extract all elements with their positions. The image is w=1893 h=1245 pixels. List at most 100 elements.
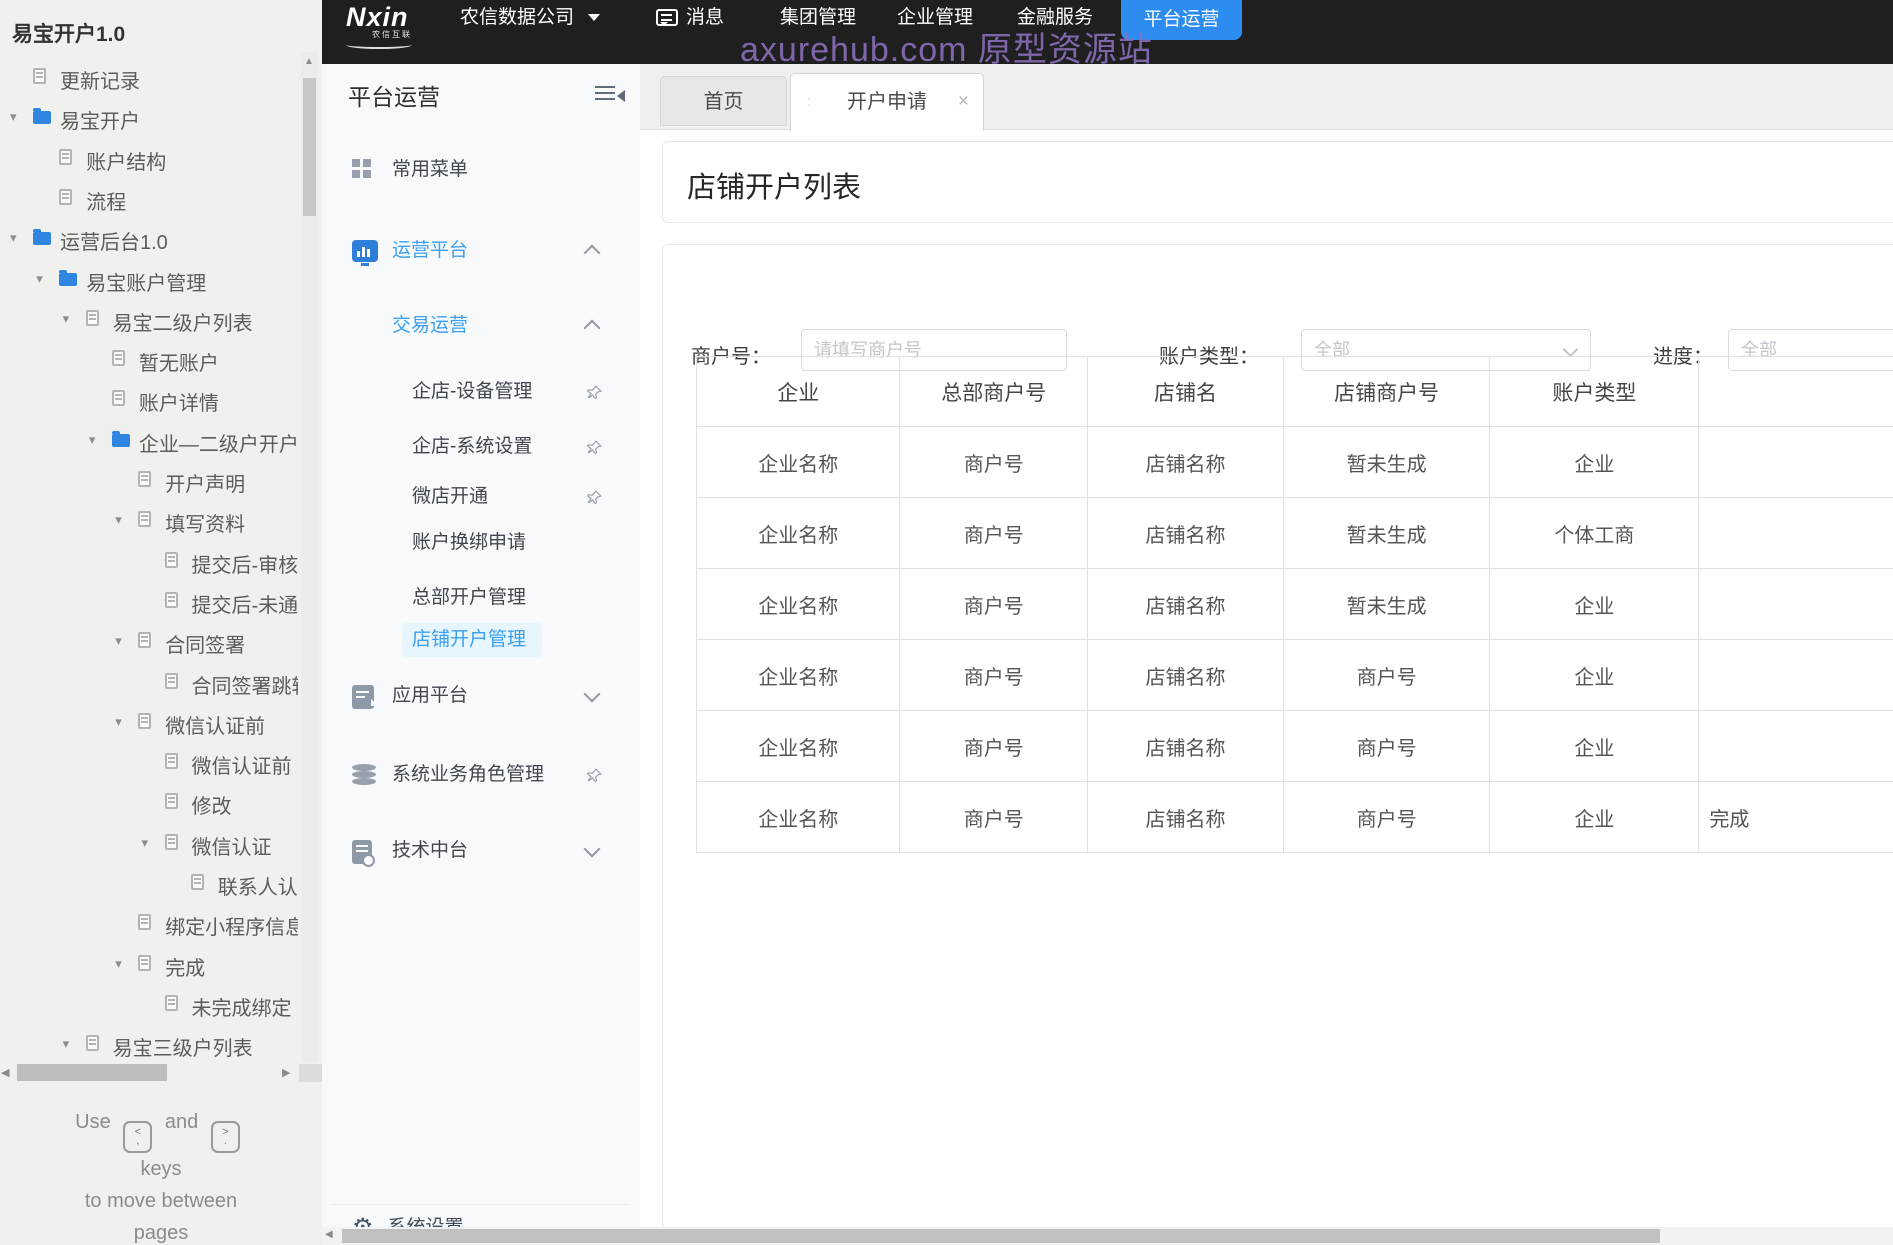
- table-row[interactable]: 企业名称 商户号 店铺名称 商户号 企业 完成: [695, 781, 1893, 853]
- messages-nav-item[interactable]: 消息: [656, 0, 724, 36]
- scroll-up-icon[interactable]: ▲: [304, 56, 314, 67]
- tab-account-apply[interactable]: : 开户申请 ×: [790, 73, 984, 131]
- sitemap-node[interactable]: ▾ 易宝开户: [0, 97, 298, 137]
- tab-home[interactable]: 首页: [660, 76, 787, 126]
- sitemap-node[interactable]: ▾ 企业—二级户开户: [0, 420, 298, 460]
- sitemap-node[interactable]: 联系人认证: [0, 863, 298, 903]
- sitemap-node[interactable]: ▾ 易宝账户管理: [0, 259, 298, 299]
- sitemap-node[interactable]: 提交后-审核: [0, 541, 298, 581]
- tree-caret-icon[interactable]: ▾: [36, 271, 43, 287]
- chevron-down-icon[interactable]: [583, 840, 601, 858]
- page-scrollbar-thumb[interactable]: [342, 1229, 1660, 1243]
- sitemap-node[interactable]: 修改: [0, 782, 298, 822]
- menu-item-6[interactable]: 账户换绑申请: [322, 525, 640, 561]
- menu-item-8[interactable]: 店铺开户管理: [322, 622, 640, 658]
- page-horizontal-scrollbar[interactable]: ◀: [322, 1227, 1893, 1245]
- sitemap-node[interactable]: ▾ 微信认证: [0, 823, 298, 863]
- pin-icon[interactable]: [586, 489, 603, 506]
- table-cell: 企业名称: [695, 639, 901, 711]
- menu-item-9[interactable]: 应用平台: [322, 678, 640, 714]
- sitemap-node[interactable]: 更新记录: [0, 57, 298, 97]
- tree-caret-icon[interactable]: ▾: [10, 230, 17, 246]
- sitemap-node[interactable]: 未完成绑定: [0, 984, 298, 1024]
- menu-item-label: 店铺开户管理: [412, 629, 527, 650]
- tree-caret-icon[interactable]: ▾: [63, 1036, 70, 1052]
- tree-caret-icon[interactable]: ▾: [115, 512, 122, 528]
- table-row[interactable]: 企业名称 商户号 店铺名称 暂未生成 企业: [695, 426, 1893, 498]
- tree-caret-icon[interactable]: ▾: [115, 633, 122, 649]
- menu-item-label: 企店-设备管理: [412, 381, 533, 402]
- menu-item-11[interactable]: 技术中台: [322, 833, 640, 869]
- sitemap-node[interactable]: 微信认证前: [0, 742, 298, 782]
- table-cell: [1698, 568, 1893, 640]
- sitemap-node[interactable]: 账户详情: [0, 379, 298, 419]
- pin-icon[interactable]: [586, 767, 603, 784]
- tree-caret-icon[interactable]: ▾: [89, 432, 96, 448]
- chevron-down-icon[interactable]: [583, 685, 601, 703]
- tree-caret-icon[interactable]: ▾: [63, 311, 70, 327]
- sitemap-node[interactable]: 提交后-未通过: [0, 581, 298, 621]
- scroll-left-icon[interactable]: ◀: [325, 1229, 333, 1240]
- table-row[interactable]: 企业名称 商户号 店铺名称 暂未生成 个体工商: [695, 497, 1893, 569]
- menu-fold-icon[interactable]: [595, 86, 625, 106]
- message-icon: [656, 9, 678, 26]
- sitemap-horizontal-scrollbar[interactable]: ◀ ▶: [0, 1060, 322, 1088]
- sitemap-node[interactable]: 合同签署跳转: [0, 662, 298, 702]
- table-row[interactable]: 企业名称 商户号 店铺名称 暂未生成 企业: [695, 568, 1893, 640]
- table-cell: 店铺名称: [1087, 568, 1284, 640]
- sitemap-node[interactable]: ▾ 填写资料: [0, 500, 298, 540]
- tab-dot-icon: :: [807, 93, 812, 110]
- table-cell: 暂未生成: [1282, 497, 1491, 569]
- table-row[interactable]: 企业名称 商户号 店铺名称 商户号 企业: [695, 710, 1893, 782]
- sitemap-node[interactable]: 账户结构: [0, 138, 298, 178]
- menu-item-3[interactable]: 企店-设备管理: [322, 374, 640, 410]
- menu-item-label: 技术中台: [392, 840, 469, 861]
- menu-item-2[interactable]: 交易运营: [322, 308, 640, 344]
- scroll-right-icon[interactable]: ▶: [282, 1066, 290, 1079]
- chevron-up-icon[interactable]: [583, 319, 601, 337]
- sitemap-node[interactable]: 开户声明: [0, 460, 298, 500]
- page-icon: [164, 672, 178, 689]
- vertical-scrollbar-thumb[interactable]: [303, 78, 316, 216]
- sitemap-node[interactable]: ▾ 合同签署: [0, 621, 298, 661]
- list-card: 商户号： 账户类型： 全部 进度： 全部 企业总部商户号店铺名店铺商户号账户类型…: [662, 244, 1893, 1229]
- menu-item-4[interactable]: 企店-系统设置: [322, 429, 640, 465]
- tree-caret-icon[interactable]: ▾: [115, 956, 122, 972]
- tree-caret-icon[interactable]: ▾: [115, 714, 122, 730]
- close-tab-icon[interactable]: ×: [958, 74, 969, 130]
- table-cell: 企业名称: [695, 710, 901, 782]
- folder-icon: [59, 272, 78, 286]
- menu-item-0[interactable]: 常用菜单: [322, 152, 640, 188]
- menu-item-label: 交易运营: [392, 315, 469, 336]
- menu-item-7[interactable]: 总部开户管理: [322, 580, 640, 616]
- sitemap-node[interactable]: ▾ 运营后台1.0: [0, 218, 298, 258]
- tree-caret-icon[interactable]: ▾: [142, 835, 149, 851]
- page-icon: [85, 1035, 99, 1052]
- horizontal-scrollbar-thumb[interactable]: [17, 1064, 167, 1081]
- pin-icon[interactable]: [586, 439, 603, 456]
- table-cell: 商户号: [899, 568, 1089, 640]
- table-cell: 企业名称: [695, 426, 901, 498]
- sitemap-node[interactable]: 暂无账户: [0, 339, 298, 379]
- table-row[interactable]: 企业名称 商户号 店铺名称 商户号 企业: [695, 639, 1893, 711]
- sitemap-node[interactable]: ▾ 完成: [0, 944, 298, 984]
- sitemap-vertical-scrollbar[interactable]: ▲: [301, 52, 318, 1062]
- company-dropdown[interactable]: 农信数据公司: [460, 0, 601, 36]
- chevron-up-icon[interactable]: [583, 244, 601, 262]
- key-right-icon: >.: [210, 1121, 240, 1153]
- page-icon: [59, 188, 73, 205]
- menu-item-1[interactable]: 运营平台: [322, 233, 640, 269]
- sitemap-node[interactable]: 绑定小程序信息: [0, 903, 298, 943]
- menu-item-10[interactable]: 系统业务角色管理: [322, 757, 640, 793]
- brand-logo[interactable]: Nxin 农信互联: [346, 2, 412, 49]
- menu-item-5[interactable]: 微店开通: [322, 479, 640, 515]
- sitemap-node[interactable]: ▾ 易宝二级户列表: [0, 299, 298, 339]
- pin-icon[interactable]: [586, 384, 603, 401]
- sitemap-node[interactable]: 流程: [0, 178, 298, 218]
- sitemap-node[interactable]: ▾ 微信认证前: [0, 702, 298, 742]
- tree-caret-icon[interactable]: ▾: [10, 109, 17, 125]
- main-content: 首页 : 开户申请 × 店铺开户列表 商户号： 账户类型： 全部 进度： 全部 …: [640, 64, 1893, 1229]
- sitemap-node[interactable]: ▾ 易宝三级户列表: [0, 1024, 298, 1063]
- menu-item-label: 总部开户管理: [412, 587, 527, 608]
- scroll-left-icon[interactable]: ◀: [1, 1066, 9, 1079]
